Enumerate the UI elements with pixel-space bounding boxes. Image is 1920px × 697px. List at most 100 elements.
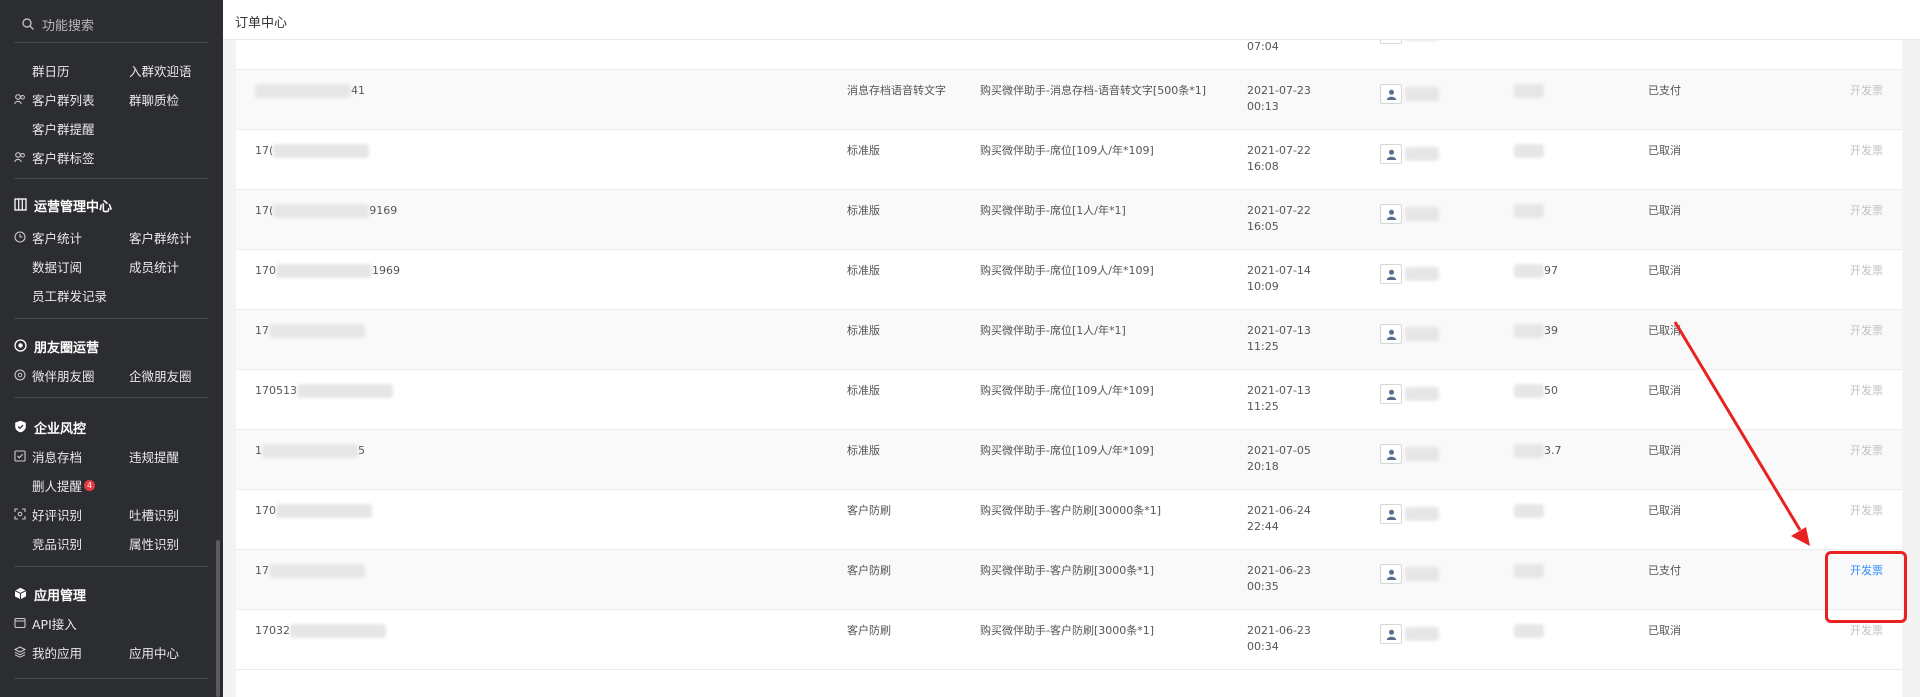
order-date: 2021-07-23 [1247, 84, 1311, 97]
order-user[interactable] [1380, 444, 1439, 464]
section-moments[interactable]: 朋友圈运营 [0, 333, 223, 357]
order-id: 170 [255, 503, 372, 519]
user-avatar [1380, 504, 1402, 524]
order-user[interactable] [1380, 204, 1439, 224]
order-id: 17(9169 [255, 203, 397, 219]
sidebar-item-api[interactable]: API接入 [32, 614, 77, 633]
sidebar-item-complaint[interactable]: 吐槽识别 [129, 505, 179, 524]
sidebar-item-delete-alert[interactable]: 删人提醒 4 [32, 476, 96, 495]
sidebar-item-violation-alert[interactable]: 违规提醒 [129, 447, 179, 466]
order-id-head: 17032 [255, 624, 290, 637]
user-icon [1386, 329, 1397, 340]
redacted [1405, 327, 1439, 341]
cube-icon [14, 587, 27, 600]
order-amount-tail: 97 [1544, 264, 1558, 277]
section-apps[interactable]: 应用管理 [0, 581, 223, 605]
redacted [1514, 204, 1544, 218]
sidebar-item-weiban-moments[interactable]: 微伴朋友圈 [32, 366, 95, 385]
order-time: 2021-07-14 10:09 [1247, 263, 1311, 295]
order-user[interactable] [1380, 40, 1439, 44]
sidebar-scrollbar[interactable] [216, 540, 220, 697]
order-id: 17( [255, 143, 370, 159]
highlight-box [1825, 551, 1907, 623]
order-amount-tail: 39 [1544, 324, 1558, 337]
redacted [255, 84, 351, 98]
order-status: 已取消 [1648, 504, 1681, 517]
order-user[interactable] [1380, 624, 1439, 644]
order-clock: 10:09 [1247, 280, 1279, 293]
order-user[interactable] [1380, 84, 1439, 104]
sidebar-item-message-archive[interactable]: 消息存档 [32, 447, 82, 466]
sidebar-item-my-apps[interactable]: 我的应用 [32, 643, 82, 662]
redacted [276, 264, 372, 278]
user-icon [1386, 89, 1397, 100]
order-time: 2021-07-23 00:13 [1247, 83, 1311, 115]
sidebar-item-member-stats[interactable]: 成员统计 [129, 257, 179, 276]
redacted [1405, 387, 1439, 401]
order-amount-tail: 50 [1544, 384, 1558, 397]
order-time: 2021-07-13 11:25 [1247, 323, 1311, 355]
sidebar-item-group-calendar[interactable]: 群日历 [32, 61, 70, 80]
order-version: 客户防刷 [847, 564, 891, 577]
issue-invoice-button: 开发票 [1850, 504, 1883, 517]
sidebar-item-group-quality[interactable]: 群聊质检 [129, 90, 179, 109]
sidebar-item-customer-stats[interactable]: 客户统计 [32, 228, 82, 247]
table-row: 17(9169 标准版 购买微伴助手-席位[1人/年*1] 2021-07-22 16:… [236, 190, 1902, 250]
sidebar-item-positive-review[interactable]: 好评识别 [32, 505, 82, 524]
order-status: 已取消 [1648, 324, 1681, 337]
sidebar-item-customer-group-stats[interactable]: 客户群统计 [129, 228, 192, 247]
order-clock: 00:34 [1247, 640, 1279, 653]
order-user[interactable] [1380, 384, 1439, 404]
order-clock: 16:05 [1247, 220, 1279, 233]
redacted [1514, 384, 1544, 398]
redacted [1405, 267, 1439, 281]
sidebar-item-data-subscription[interactable]: 数据订阅 [32, 257, 82, 276]
customer-group-icon [14, 94, 25, 105]
section-risk[interactable]: 企业风控 [0, 414, 223, 438]
redacted [262, 444, 358, 458]
sidebar-item-broadcast-log[interactable]: 员工群发记录 [32, 286, 107, 305]
order-user[interactable] [1380, 324, 1439, 344]
order-amount [1514, 563, 1544, 579]
order-user[interactable] [1380, 264, 1439, 284]
sidebar-item-customer-group-tag[interactable]: 客户群标签 [32, 148, 95, 167]
issue-invoice-button: 开发票 [1850, 84, 1883, 97]
order-time: 2021-06-23 00:34 [1247, 623, 1311, 655]
order-version: 标准版 [847, 144, 880, 157]
order-description: 购买微伴助手-席位[109人/年*109] [980, 444, 1154, 457]
order-time: 2021-07-05 20:18 [1247, 443, 1311, 475]
sidebar-item-wecom-moments[interactable]: 企微朋友圈 [129, 366, 192, 385]
user-avatar [1380, 564, 1402, 584]
sidebar-item-welcome-msg[interactable]: 入群欢迎语 [129, 61, 192, 80]
user-avatar [1380, 624, 1402, 644]
order-clock: 22:44 [1247, 520, 1279, 533]
order-date: 2021-07-13 [1247, 324, 1311, 337]
table-row: 41 消息存档语音转文字 购买微伴助手-消息存档-语音转文字[500条*1] 2021… [236, 70, 1902, 130]
order-id-head: 170 [255, 264, 276, 277]
order-user[interactable] [1380, 504, 1439, 524]
table-row: 173标准版购买微伴助手-席位[1人/年*1]2021-07-2807:04已取… [236, 40, 1902, 70]
order-user[interactable] [1380, 144, 1439, 164]
redacted [1514, 624, 1544, 638]
order-version: 标准版 [847, 204, 880, 217]
sidebar-search[interactable]: 功能搜索 [22, 14, 94, 34]
content-scrollbar[interactable] [1906, 40, 1920, 697]
order-id-head: 17 [255, 324, 269, 337]
user-avatar [1380, 264, 1402, 284]
sidebar-item-customer-group-list[interactable]: 客户群列表 [32, 90, 95, 109]
order-id-head: 170 [255, 504, 276, 517]
sidebar-item-competitor[interactable]: 竞品识别 [32, 534, 82, 553]
user-icon [1386, 209, 1397, 220]
group-tag-icon [14, 152, 25, 163]
sidebar-item-attribute[interactable]: 属性识别 [129, 534, 179, 553]
order-status: 已取消 [1648, 264, 1681, 277]
order-user[interactable] [1380, 564, 1439, 584]
sidebar-item-customer-group-reminder[interactable]: 客户群提醒 [32, 119, 95, 138]
section-ops[interactable]: 运营管理中心 [0, 192, 223, 216]
moments-icon [14, 339, 27, 352]
order-amount: 97 [1514, 263, 1558, 279]
order-id: 15 [255, 443, 365, 459]
user-icon [1386, 569, 1397, 580]
redacted [1405, 87, 1439, 101]
sidebar-item-app-center[interactable]: 应用中心 [129, 643, 179, 662]
